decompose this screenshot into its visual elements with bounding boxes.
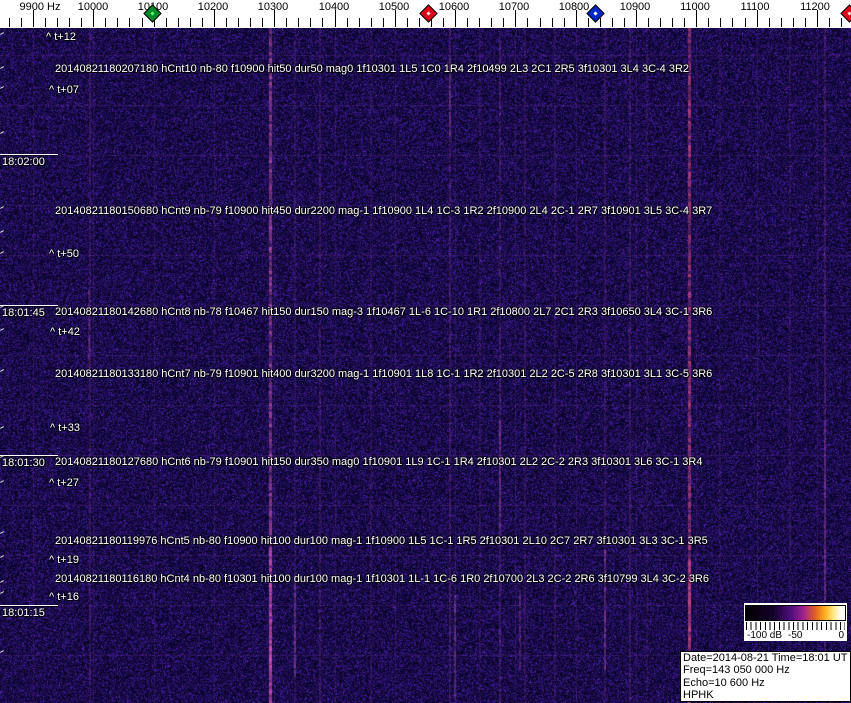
time-label: 18:02:00 — [2, 156, 45, 168]
db-color-scale: -100 dB -50 0 — [744, 603, 847, 641]
marker-center-dot — [150, 11, 154, 15]
event-log-line: 20140821180207180 hCnt10 nb-80 f10900 hi… — [55, 63, 689, 75]
timeline-edge-tick — [0, 131, 4, 134]
info-line: HPHK — [683, 689, 848, 701]
event-time-marker: ^ t+07 — [49, 84, 79, 96]
timeline-edge-tick — [0, 531, 4, 534]
time-tick-line — [0, 154, 58, 155]
annotation-overlay: 18:02:00 18:01:45 18:01:30 18:01:15 ^ t+12 ^ … — [0, 0, 851, 703]
info-line: Echo=10 600 Hz — [683, 677, 848, 689]
timeline-edge-tick — [0, 230, 4, 233]
event-time-marker: ^ t+50 — [49, 248, 79, 260]
timeline-edge-tick — [0, 480, 4, 483]
timeline-edge-tick — [0, 86, 4, 89]
colorbar-label-min: -100 dB — [747, 630, 782, 641]
time-tick-line — [0, 455, 58, 456]
marker-center-dot — [847, 11, 851, 15]
timeline-edge-tick — [0, 580, 4, 583]
colorbar-tick-ruler — [746, 622, 845, 630]
info-line: Freq=143 050 000 Hz — [683, 664, 848, 676]
time-label: 18:01:15 — [2, 607, 45, 619]
event-time-marker: ^ t+16 — [49, 591, 79, 603]
event-time-marker: ^ t+27 — [49, 477, 79, 489]
timeline-edge-tick — [0, 32, 4, 35]
marker-center-dot — [426, 11, 430, 15]
timeline-edge-tick — [0, 591, 4, 594]
time-label: 18:01:30 — [2, 457, 45, 469]
info-line: Date=2014-08-21 Time=18:01 UTC — [683, 652, 848, 664]
meteor-echo-monitor-window: 9900 Hz100001010010200103001040010500106… — [0, 0, 851, 703]
event-time-marker: ^ t+42 — [50, 326, 80, 338]
event-log-line: 20140821180127680 hCnt6 nb-79 f10901 hit… — [55, 456, 702, 468]
colorbar-gradient — [745, 605, 846, 621]
event-log-line: 20140821180142680 hCnt8 nb-78 f10467 hit… — [55, 306, 712, 318]
event-time-marker: ^ t+12 — [46, 31, 76, 43]
time-label: 18:01:45 — [2, 307, 45, 319]
event-log-line: 20140821180150680 hCnt9 nb-79 f10900 hit… — [55, 205, 712, 217]
timeline-edge-tick — [0, 206, 4, 209]
event-log-line: 20140821180119976 hCnt5 nb-80 f10900 hit… — [55, 535, 708, 547]
timeline-edge-tick — [0, 426, 4, 429]
event-log-line: 20140821180133180 hCnt7 nb-79 f10901 hit… — [55, 368, 712, 380]
time-tick-line — [0, 305, 58, 306]
event-time-marker: ^ t+33 — [50, 422, 80, 434]
timeline-edge-tick — [0, 369, 4, 372]
timeline-edge-tick — [0, 66, 4, 69]
colorbar-label-mid: -50 — [788, 630, 802, 641]
timeline-edge-tick — [0, 251, 4, 254]
timeline-edge-tick — [0, 650, 4, 653]
colorbar-label-max: 0 — [838, 630, 844, 641]
colorbar-labels: -100 dB -50 0 — [744, 630, 847, 641]
marker-center-dot — [593, 11, 597, 15]
event-log-line: 20140821180116180 hCnt4 nb-80 f10301 hit… — [55, 573, 709, 585]
status-info-box: Date=2014-08-21 Time=18:01 UTC Freq=143 0… — [680, 651, 851, 702]
event-time-marker: ^ t+19 — [49, 554, 79, 566]
time-tick-line — [0, 605, 58, 606]
timeline-edge-tick — [0, 555, 4, 558]
timeline-edge-tick — [0, 328, 4, 331]
